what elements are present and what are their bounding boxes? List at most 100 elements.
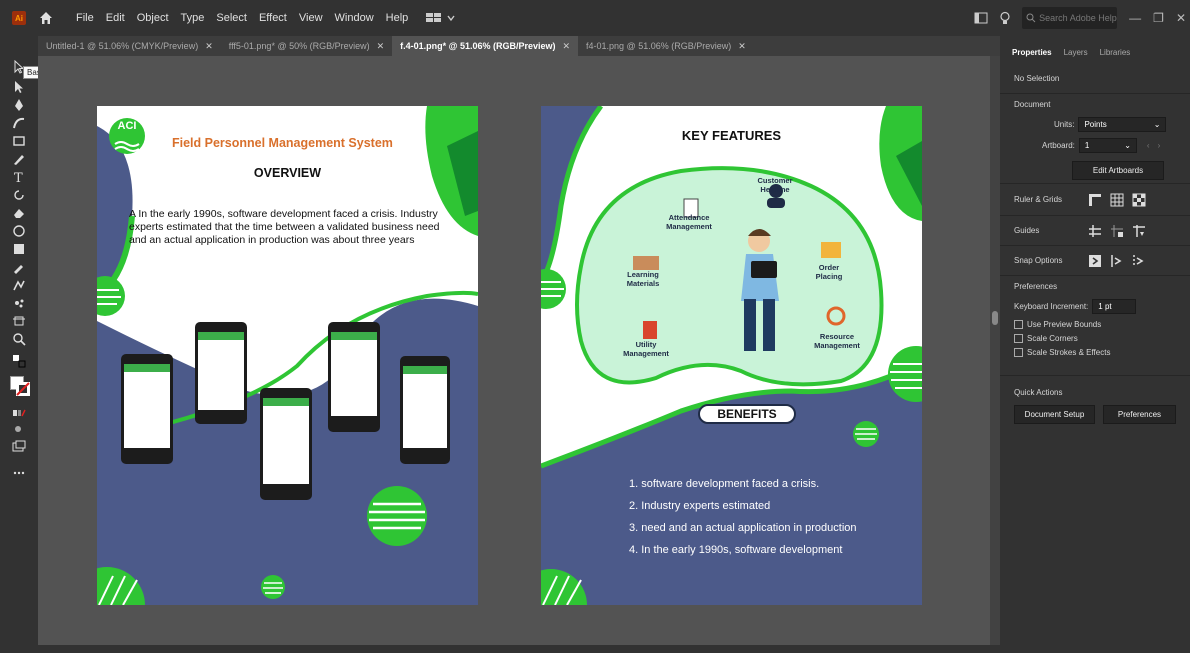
transparency-grid-icon[interactable] [1132, 193, 1146, 207]
quick-actions-row: Document Setup Preferences [1014, 405, 1176, 424]
menu-type[interactable]: Type [181, 12, 205, 24]
menu-file[interactable]: File [76, 12, 94, 24]
preferences-button[interactable]: Preferences [1102, 405, 1176, 424]
feature-utility-management: Utility Management [623, 340, 669, 358]
artboard-select[interactable]: 1 ⌄ [1078, 138, 1137, 153]
menu-edit[interactable]: Edit [106, 12, 125, 24]
drawing-mode-icon[interactable] [12, 422, 26, 436]
type-tool-icon[interactable]: T [12, 170, 26, 184]
checkbox-box[interactable] [1014, 320, 1023, 329]
svg-text:T: T [14, 171, 23, 184]
rotate-tool-icon[interactable] [12, 188, 26, 202]
workspace-switcher[interactable] [426, 12, 456, 24]
document-setup-button[interactable]: Document Setup [1014, 405, 1095, 424]
shape-builder-tool-icon[interactable] [12, 224, 26, 238]
eyedropper-tool-icon[interactable] [12, 260, 26, 274]
snap-to-glyph-icon[interactable] [1132, 254, 1146, 268]
snap-options-label: Snap Options [1014, 256, 1063, 265]
doc-tab-2[interactable]: fff5-01.png* @ 50% (RGB/Preview) ✕ [221, 36, 392, 56]
color-mode-icon[interactable] [12, 406, 26, 420]
quick-actions-label: Quick Actions [1014, 388, 1063, 397]
tab-properties[interactable]: Properties [1012, 48, 1052, 57]
vertical-scrollbar[interactable] [990, 56, 1000, 648]
edit-artboards-button[interactable]: Edit Artboards [1072, 161, 1164, 180]
app-header-bar [263, 398, 309, 406]
canvas-area[interactable]: ACI Field Personnel Management System OV… [38, 56, 990, 648]
close-window-icon[interactable]: ✕ [1176, 11, 1186, 25]
checkbox-box[interactable] [1014, 348, 1023, 357]
curvature-tool-icon[interactable] [12, 116, 26, 130]
more-tools-icon[interactable] [12, 466, 26, 480]
close-icon[interactable]: ✕ [205, 41, 213, 52]
lightbulb-icon[interactable] [998, 11, 1012, 25]
scale-strokes-effects-checkbox[interactable]: Scale Strokes & Effects [1014, 348, 1176, 357]
screen-mode-icon[interactable] [12, 440, 26, 454]
zoom-tool-icon[interactable] [12, 332, 26, 346]
eraser-tool-icon[interactable] [12, 206, 26, 220]
checkbox-box[interactable] [1014, 334, 1023, 343]
phone-mockup-2 [195, 322, 247, 424]
units-select[interactable]: Points ⌄ [1078, 117, 1167, 132]
smart-guides-icon[interactable] [1132, 224, 1146, 238]
search-placeholder: Search Adobe Help [1039, 13, 1117, 23]
artboard-tool-icon[interactable] [12, 314, 26, 328]
close-icon[interactable]: ✕ [738, 41, 746, 52]
lock-guides-icon[interactable] [1110, 224, 1124, 238]
panel-tabs: Properties Layers Libraries [1000, 36, 1190, 68]
next-artboard-icon[interactable]: › [1158, 141, 1161, 150]
doc-tab-1[interactable]: Untitled-1 @ 51.06% (CMYK/Preview) ✕ [38, 36, 221, 56]
menu-window[interactable]: Window [335, 12, 374, 24]
overview-heading: OVERVIEW [253, 166, 322, 180]
key-features-heading: KEY FEATURES [681, 128, 782, 143]
prev-artboard-icon[interactable]: ‹ [1147, 141, 1150, 150]
menu-view[interactable]: View [299, 12, 323, 24]
direct-selection-tool-icon[interactable] [12, 80, 26, 94]
restore-icon[interactable]: ❐ [1153, 11, 1164, 25]
close-icon[interactable]: ✕ [562, 41, 570, 52]
default-fill-stroke-icon[interactable] [12, 354, 26, 368]
tools-panel: T [0, 36, 38, 653]
help-search-input[interactable]: Search Adobe Help [1022, 7, 1118, 29]
doc-tab-4[interactable]: f4-01.png @ 51.06% (RGB/Preview) ✕ [578, 36, 754, 56]
checkbox-label: Use Preview Bounds [1027, 320, 1102, 329]
ruler-icon[interactable] [1088, 193, 1102, 207]
doc-tab-3-active[interactable]: f.4-01.png* @ 51.06% (RGB/Preview) ✕ [392, 36, 579, 56]
phone-mockup-3 [260, 388, 312, 500]
blend-tool-icon[interactable] [12, 278, 26, 292]
rectangle-tool-icon[interactable] [12, 134, 26, 148]
menu-select[interactable]: Select [216, 12, 247, 24]
snap-to-pixel-icon[interactable] [1110, 254, 1124, 268]
pencil-tool-icon[interactable] [12, 152, 26, 166]
scale-corners-checkbox[interactable]: Scale Corners [1014, 334, 1176, 343]
search-icon [1026, 13, 1036, 23]
artboard-overview[interactable]: ACI Field Personnel Management System OV… [97, 106, 478, 605]
feature-customer-helpline: Customer Helpline [757, 176, 793, 194]
close-icon[interactable]: ✕ [377, 41, 385, 52]
symbol-sprayer-tool-icon[interactable] [12, 296, 26, 310]
none-slash-icon [16, 382, 30, 396]
menu-effect[interactable]: Effect [259, 12, 287, 24]
arrange-documents-icon[interactable] [974, 12, 988, 24]
gradient-tool-icon[interactable] [12, 242, 26, 256]
selection-status: No Selection [1014, 74, 1060, 83]
home-icon[interactable] [38, 10, 54, 26]
menu-object[interactable]: Object [137, 12, 169, 24]
chevron-down-icon: ⌄ [1124, 141, 1131, 150]
grid-icon[interactable] [1110, 193, 1124, 207]
show-guides-icon[interactable] [1088, 224, 1102, 238]
phone-screen [331, 332, 377, 416]
feature-order-placing: Order Placing [815, 263, 843, 281]
keyboard-increment-input[interactable]: 1 pt [1092, 299, 1137, 314]
use-preview-bounds-checkbox[interactable]: Use Preview Bounds [1014, 320, 1176, 329]
artboard-key-features[interactable]: KEY FEATURES Attendance Management Custo… [541, 106, 922, 605]
menu-help[interactable]: Help [386, 12, 409, 24]
tab-layers[interactable]: Layers [1064, 48, 1088, 57]
minimize-icon[interactable]: — [1129, 11, 1141, 25]
artboard-row: Artboard: 1 ⌄ ‹ › [1042, 138, 1176, 153]
scroll-thumb[interactable] [992, 311, 998, 325]
snap-to-point-icon[interactable] [1088, 254, 1102, 268]
benefit-item: 1. software development faced a crisis. [629, 478, 820, 490]
pen-tool-icon[interactable] [12, 98, 26, 112]
fill-stroke-swatch[interactable] [10, 376, 30, 396]
tab-libraries[interactable]: Libraries [1100, 48, 1131, 57]
